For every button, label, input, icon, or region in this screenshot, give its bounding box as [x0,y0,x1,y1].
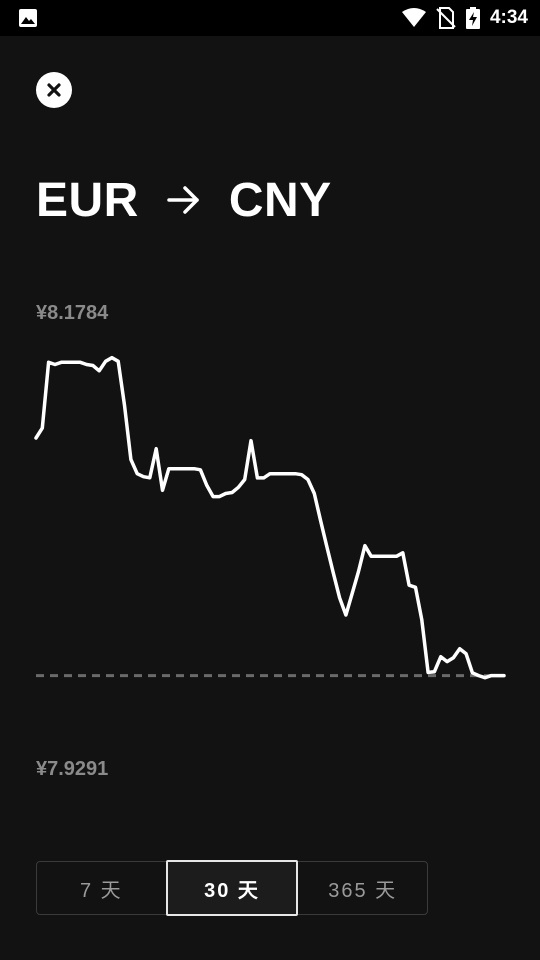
rate-line-chart [34,355,506,680]
close-icon [47,83,61,97]
rate-line [34,355,506,680]
status-time: 4:34 [489,7,528,28]
currency-pair-title: EUR CNY [36,170,332,230]
range-30-days-button[interactable]: 30 天 [165,860,299,916]
arrow-right-icon [167,185,201,215]
image-icon [19,9,37,27]
status-icons: 4:34 [401,0,528,36]
range-selector: 7 天 30 天 365 天 [36,860,428,916]
no-sim-icon [436,7,456,29]
battery-charging-icon [465,7,480,29]
close-button[interactable] [36,72,72,108]
to-currency: CNY [228,173,332,227]
chart-high-label: ¥8.1784 [36,302,109,324]
chart-low-label: ¥7.9291 [36,758,109,780]
status-bar: 4:34 [0,0,540,36]
from-currency: EUR [36,173,139,227]
range-365-days-button[interactable]: 365 天 [298,862,427,914]
wifi-icon [401,8,426,27]
range-7-days-button[interactable]: 7 天 [37,862,166,914]
